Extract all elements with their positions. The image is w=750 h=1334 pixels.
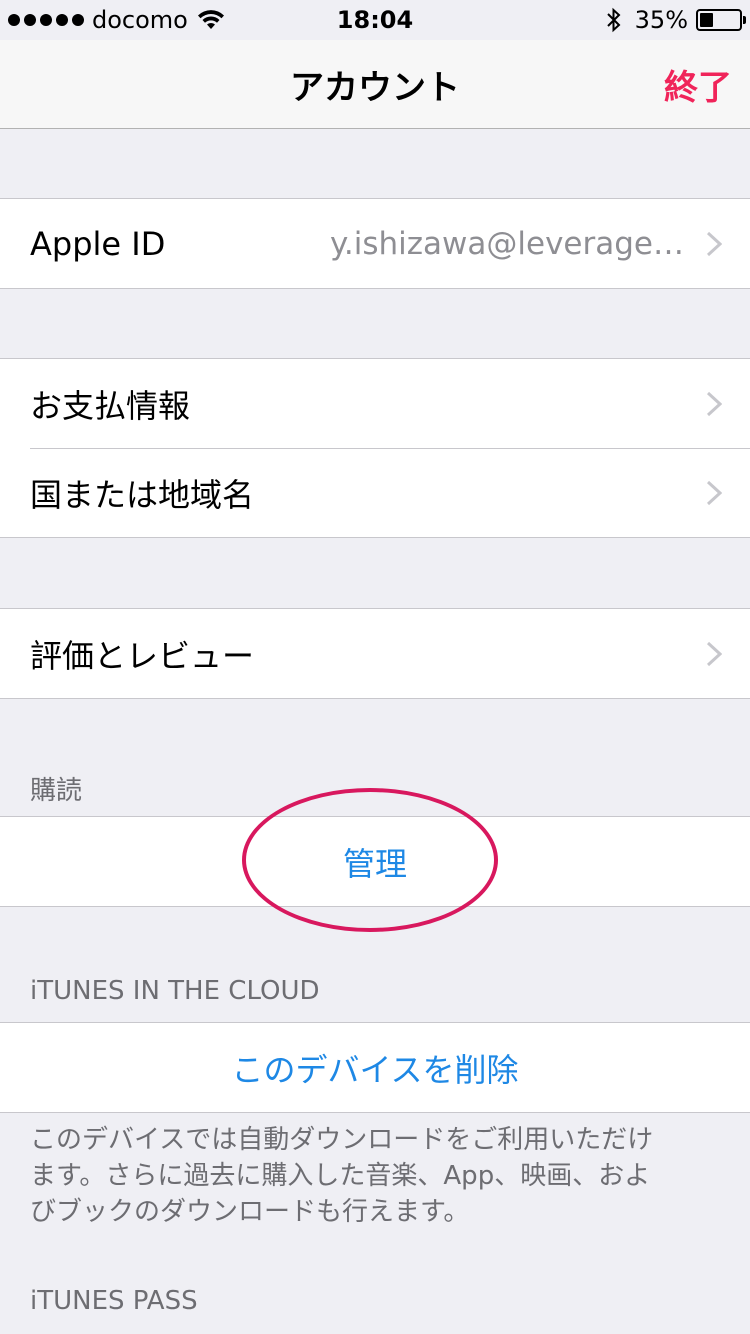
apple-id-row[interactable]: Apple ID y.ishizawa@leverage… — [0, 199, 750, 288]
done-button[interactable]: 終了 — [664, 60, 732, 109]
footer-line: ます。さらに過去に購入した音楽、App、映画、およ — [30, 1161, 651, 1191]
status-right: 35% — [605, 6, 746, 34]
ratings-reviews-row[interactable]: 評価とレビュー — [0, 609, 750, 698]
apple-id-value: y.ishizawa@leverage… — [329, 225, 684, 262]
itunes-cloud-footer: このデバイスでは自動ダウンロードをご利用いただけ ます。さらに過去に購入した音楽… — [30, 1122, 710, 1230]
itunes-cloud-header: iTUNES IN THE CLOUD — [30, 976, 320, 1006]
bluetooth-icon — [606, 7, 621, 33]
apple-id-label: Apple ID — [30, 224, 166, 263]
subscriptions-header: 購読 — [30, 776, 83, 806]
payment-info-row[interactable]: お支払情報 — [0, 359, 750, 448]
chevron-right-icon — [706, 231, 722, 257]
payment-info-label: お支払情報 — [30, 386, 191, 425]
manage-subscriptions-label: 管理 — [342, 844, 407, 883]
chevron-right-icon — [706, 641, 722, 667]
remove-device-label: このデバイスを削除 — [231, 1050, 519, 1089]
footer-line: このデバイスでは自動ダウンロードをご利用いただけ — [30, 1125, 654, 1155]
battery-fill — [700, 13, 713, 27]
ratings-reviews-label: 評価とレビュー — [30, 636, 255, 675]
subscriptions-group: 管理 — [0, 816, 750, 907]
itunes-cloud-group: このデバイスを削除 — [0, 1022, 750, 1113]
remove-device-button[interactable]: このデバイスを削除 — [0, 1023, 750, 1112]
chevron-right-icon — [706, 391, 722, 417]
battery-icon — [696, 9, 746, 31]
itunes-pass-header: iTUNES PASS — [30, 1286, 198, 1316]
ratings-group: 評価とレビュー — [0, 608, 750, 699]
manage-subscriptions-button[interactable]: 管理 — [0, 817, 750, 906]
country-region-row[interactable]: 国または地域名 — [0, 448, 750, 537]
navigation-bar: アカウント 終了 — [0, 40, 750, 129]
page-title: アカウント — [290, 68, 460, 108]
battery-percent: 35% — [634, 6, 688, 34]
apple-id-group: Apple ID y.ishizawa@leverage… — [0, 198, 750, 289]
account-info-group: お支払情報 国または地域名 — [0, 358, 750, 538]
status-bar: docomo 18:04 35% — [0, 0, 750, 40]
chevron-right-icon — [706, 480, 722, 506]
footer-line: びブックのダウンロードも行えます。 — [30, 1197, 470, 1227]
country-region-label: 国または地域名 — [30, 475, 255, 514]
